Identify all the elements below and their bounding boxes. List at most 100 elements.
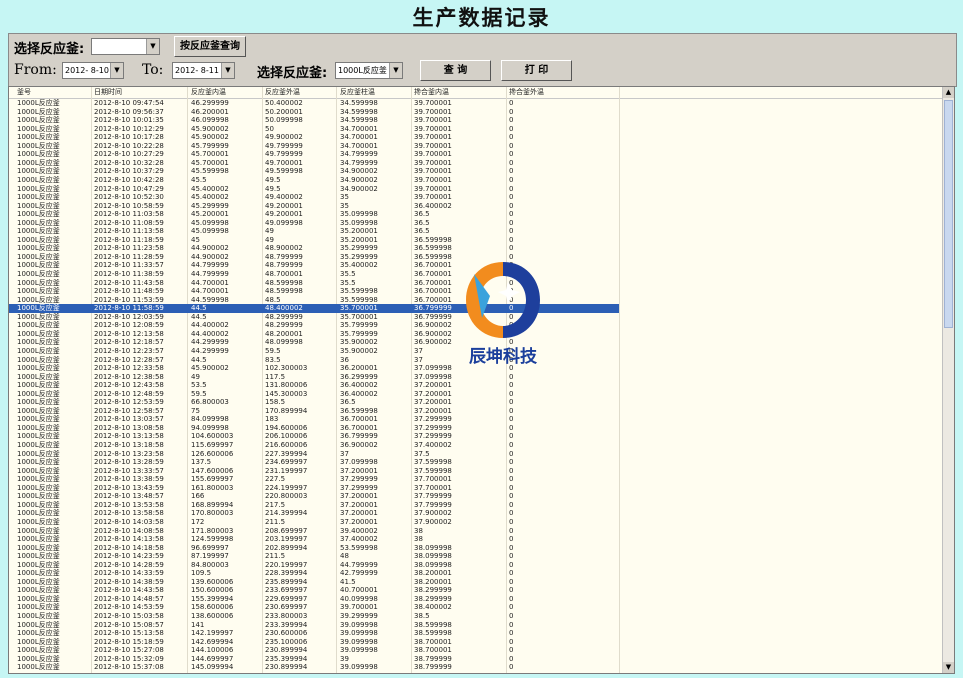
table-row[interactable]: 1000L反应釜 2012-8-10 15:27:08 144.100006 230.… bbox=[9, 646, 943, 655]
scroll-up-icon[interactable]: ▲ bbox=[943, 87, 954, 98]
table-row[interactable]: 1000L反应釜 2012-8-10 14:38:59 139.600006 235.… bbox=[9, 578, 943, 587]
table-row[interactable]: 1000L反应釜 2012-8-10 13:33:57 147.600006 231.… bbox=[9, 467, 943, 476]
reactor-combo[interactable]: ▼ bbox=[91, 38, 160, 55]
table-row[interactable]: 1000L反应釜 2012-8-10 10:17:28 45.900002 49.90… bbox=[9, 133, 943, 142]
table-cell: 2012-8-10 15:32:09 bbox=[94, 654, 164, 663]
table-cell: 0 bbox=[509, 500, 514, 509]
table-row[interactable]: 1000L反应釜 2012-8-10 11:23:58 44.900002 48.90… bbox=[9, 244, 943, 253]
from-date-picker[interactable]: 2012- 8-10 ▼ bbox=[62, 62, 124, 79]
table-cell: 1000L反应釜 bbox=[17, 372, 60, 381]
table-row[interactable]: 1000L反应釜 2012-8-10 15:08:57 141 233.399994 3… bbox=[9, 621, 943, 630]
table-row[interactable]: 1000L反应釜 2012-8-10 10:12:29 45.900002 50 34.… bbox=[9, 125, 943, 134]
table-cell: 34.700001 bbox=[340, 133, 378, 142]
chevron-down-icon[interactable]: ▼ bbox=[389, 63, 402, 78]
table-cell: 38.099998 bbox=[414, 552, 452, 561]
table-row[interactable]: 1000L反应釜 2012-8-10 13:28:59 137.5 234.69999… bbox=[9, 458, 943, 467]
column-header[interactable]: 搀合釜内温 bbox=[414, 87, 449, 97]
table-row[interactable]: 1000L反应釜 2012-8-10 11:08:59 45.099998 49.09… bbox=[9, 219, 943, 228]
table-row[interactable]: 1000L反应釜 2012-8-10 14:23:59 87.199997 211.5… bbox=[9, 552, 943, 561]
table-row[interactable]: 1000L反应釜 2012-8-10 12:38:58 49 117.5 36.2999… bbox=[9, 373, 943, 382]
table-row[interactable]: 1000L反应釜 2012-8-10 12:53:59 66.800003 158.5… bbox=[9, 398, 943, 407]
vertical-scrollbar[interactable]: ▲ ▼ bbox=[942, 87, 954, 673]
table-row[interactable]: 1000L反应釜 2012-8-10 09:47:54 46.299999 50.40… bbox=[9, 99, 943, 108]
column-header[interactable]: 反应釜柱温 bbox=[340, 87, 375, 97]
table-row[interactable]: 1000L反应釜 2012-8-10 10:22:28 45.799999 49.79… bbox=[9, 142, 943, 151]
table-row[interactable]: 1000L反应釜 2012-8-10 14:08:58 171.800003 208.… bbox=[9, 527, 943, 536]
grid-header: 釜号 日期时间 反应釜内温 反应釜外温 反应釜柱温 搀合釜内温 搀合釜外温 bbox=[9, 87, 943, 99]
table-row[interactable]: 1000L反应釜 2012-8-10 13:08:58 94.099998 194.6… bbox=[9, 424, 943, 433]
table-row[interactable]: 1000L反应釜 2012-8-10 14:03:58 172 211.5 37.200… bbox=[9, 518, 943, 527]
column-header[interactable]: 搀合釜外温 bbox=[509, 87, 544, 97]
table-row[interactable]: 1000L反应釜 2012-8-10 10:01:35 46.099998 50.09… bbox=[9, 116, 943, 125]
table-cell: 38 bbox=[414, 526, 423, 535]
table-cell: 0 bbox=[509, 141, 514, 150]
table-cell: 38.099998 bbox=[414, 543, 452, 552]
column-header[interactable]: 反应釜内温 bbox=[191, 87, 226, 97]
table-row[interactable]: 1000L反应釜 2012-8-10 13:03:57 84.099998 183 36… bbox=[9, 415, 943, 424]
table-row[interactable]: 1000L反应釜 2012-8-10 13:48:57 166 220.800003 3… bbox=[9, 492, 943, 501]
to-date-picker[interactable]: 2012- 8-11 ▼ bbox=[172, 62, 235, 79]
table-row[interactable]: 1000L反应釜 2012-8-10 10:32:28 45.700001 49.70… bbox=[9, 159, 943, 168]
query-by-reactor-button[interactable]: 按反应釜查询 bbox=[174, 36, 246, 57]
reactor-combo-2[interactable]: 1000L反应釜 ▼ bbox=[335, 62, 403, 79]
table-cell: 0 bbox=[509, 458, 514, 467]
table-row[interactable]: 1000L反应釜 2012-8-10 15:13:58 142.199997 230.… bbox=[9, 629, 943, 638]
data-grid[interactable]: 釜号 日期时间 反应釜内温 反应釜外温 反应釜柱温 搀合釜内温 搀合釜外温 1000L反应釜… bbox=[8, 86, 955, 674]
table-row[interactable]: 1000L反应釜 2012-8-10 13:53:58 168.899994 217.… bbox=[9, 501, 943, 510]
table-row[interactable]: 1000L反应釜 2012-8-10 14:48:57 155.399994 229.… bbox=[9, 595, 943, 604]
table-row[interactable]: 1000L反应釜 2012-8-10 15:18:59 142.699994 235.… bbox=[9, 638, 943, 647]
table-row[interactable]: 1000L反应釜 2012-8-10 11:13:58 45.099998 49 35.… bbox=[9, 227, 943, 236]
table-cell: 217.5 bbox=[265, 500, 286, 509]
table-row[interactable]: 1000L反应釜 2012-8-10 10:47:29 45.400002 49.5 3… bbox=[9, 185, 943, 194]
table-row[interactable]: 1000L反应釜 2012-8-10 13:43:59 161.800003 224.… bbox=[9, 484, 943, 493]
table-cell: 2012-8-10 11:48:59 bbox=[94, 287, 164, 296]
column-header[interactable]: 日期时间 bbox=[94, 87, 122, 97]
table-row[interactable]: 1000L反应釜 2012-8-10 12:58:57 75 170.899994 36… bbox=[9, 407, 943, 416]
table-cell: 49.599998 bbox=[265, 167, 303, 176]
table-cell: 2012-8-10 13:33:57 bbox=[94, 466, 164, 475]
table-cell: 37.799999 bbox=[414, 500, 452, 509]
table-row[interactable]: 1000L反应釜 2012-8-10 13:38:59 155.699997 227.… bbox=[9, 475, 943, 484]
table-row[interactable]: 1000L反应釜 2012-8-10 14:13:58 124.599998 203.… bbox=[9, 535, 943, 544]
table-row[interactable]: 1000L反应釜 2012-8-10 15:03:58 138.600006 233.… bbox=[9, 612, 943, 621]
table-row[interactable]: 1000L反应釜 2012-8-10 14:33:59 109.5 228.39999… bbox=[9, 569, 943, 578]
chevron-down-icon[interactable]: ▼ bbox=[110, 63, 123, 78]
table-row[interactable]: 1000L反应釜 2012-8-10 13:18:58 115.699997 216.… bbox=[9, 441, 943, 450]
table-cell: 2012-8-10 11:33:57 bbox=[94, 261, 164, 270]
column-header[interactable]: 釜号 bbox=[17, 87, 31, 97]
table-row[interactable]: 1000L反应釜 2012-8-10 10:27:29 45.700001 49.79… bbox=[9, 150, 943, 159]
table-row[interactable]: 1000L反应釜 2012-8-10 15:37:08 145.099994 230.… bbox=[9, 663, 943, 672]
print-button[interactable]: 打 印 bbox=[501, 60, 572, 81]
table-row[interactable]: 1000L反应釜 2012-8-10 12:43:58 53.5 131.800006… bbox=[9, 381, 943, 390]
table-cell: 36.5 bbox=[340, 398, 356, 407]
chevron-down-icon[interactable]: ▼ bbox=[146, 39, 159, 54]
table-row[interactable]: 1000L反应釜 2012-8-10 11:18:59 45 49 35.200001 3… bbox=[9, 236, 943, 245]
table-row[interactable]: 1000L反应釜 2012-8-10 10:52:30 45.400002 49.40… bbox=[9, 193, 943, 202]
scroll-thumb[interactable] bbox=[944, 100, 953, 328]
toolbar: 选择反应釜: ▼ 按反应釜查询 From: 2012- 8-10 ▼ To: 2… bbox=[8, 33, 957, 87]
query-button[interactable]: 查 询 bbox=[420, 60, 491, 81]
table-row[interactable]: 1000L反应釜 2012-8-10 12:48:59 59.5 145.300003… bbox=[9, 390, 943, 399]
table-cell: 2012-8-10 14:13:58 bbox=[94, 535, 164, 544]
chevron-down-icon[interactable]: ▼ bbox=[221, 63, 234, 78]
table-row[interactable]: 1000L反应釜 2012-8-10 14:43:58 150.600006 233.… bbox=[9, 586, 943, 595]
grid-body: 釜号 日期时间 反应釜内温 反应釜外温 反应釜柱温 搀合釜内温 搀合釜外温 1000L反应釜… bbox=[9, 87, 943, 673]
table-row[interactable]: 1000L反应釜 2012-8-10 14:28:59 84.800003 220.1… bbox=[9, 561, 943, 570]
table-row[interactable]: 1000L反应釜 2012-8-10 13:13:58 104.600003 206.… bbox=[9, 432, 943, 441]
table-cell: 35.299999 bbox=[340, 244, 378, 253]
scroll-down-icon[interactable]: ▼ bbox=[943, 662, 954, 673]
table-row[interactable]: 1000L反应釜 2012-8-10 13:58:58 170.800003 214.… bbox=[9, 509, 943, 518]
table-row[interactable]: 1000L反应釜 2012-8-10 14:18:58 96.699997 202.8… bbox=[9, 544, 943, 553]
table-row[interactable]: 1000L反应釜 2012-8-10 13:23:58 126.600006 227.… bbox=[9, 450, 943, 459]
table-row[interactable]: 1000L反应釜 2012-8-10 11:03:58 45.200001 49.20… bbox=[9, 210, 943, 219]
table-row[interactable]: 1000L反应釜 2012-8-10 09:56:37 46.200001 50.20… bbox=[9, 108, 943, 117]
column-header[interactable]: 反应釜外温 bbox=[265, 87, 300, 97]
table-row[interactable]: 1000L反应釜 2012-8-10 15:32:09 144.699997 235.… bbox=[9, 655, 943, 664]
table-row[interactable]: 1000L反应釜 2012-8-10 10:42:28 45.5 49.5 34.900… bbox=[9, 176, 943, 185]
table-cell: 36.700001 bbox=[414, 295, 452, 304]
table-row[interactable]: 1000L反应釜 2012-8-10 10:37:29 45.599998 49.59… bbox=[9, 167, 943, 176]
table-row[interactable]: 1000L反应釜 2012-8-10 10:58:59 45.299999 49.20… bbox=[9, 202, 943, 211]
table-cell: 36.799999 bbox=[340, 432, 378, 441]
table-cell: 36.700001 bbox=[340, 415, 378, 424]
table-row[interactable]: 1000L反应釜 2012-8-10 14:53:59 158.600006 230.… bbox=[9, 603, 943, 612]
